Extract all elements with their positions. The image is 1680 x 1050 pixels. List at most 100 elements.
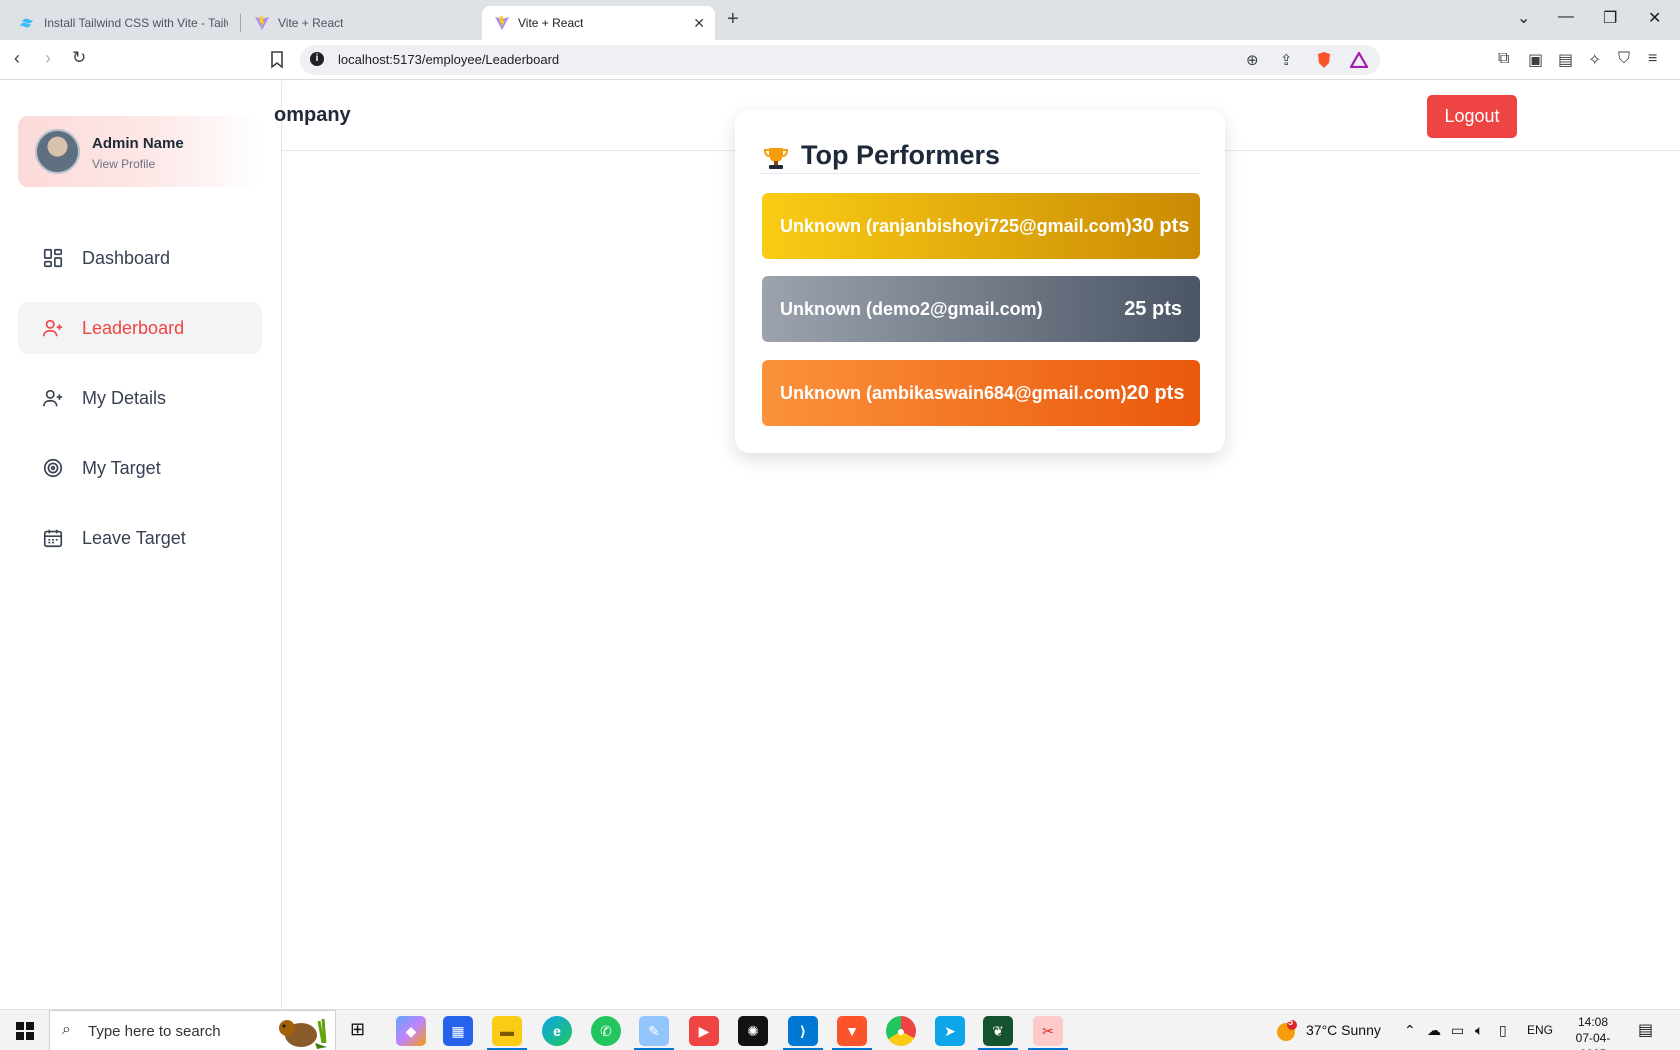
performer-name: Unknown (demo2@gmail.com): [780, 298, 1043, 319]
notifications-icon[interactable]: ▤: [1638, 1020, 1653, 1040]
sidebar-item-leaderboard[interactable]: Leaderboard: [18, 302, 262, 354]
tailwind-icon: [20, 18, 33, 28]
reload-icon[interactable]: ↻: [72, 48, 86, 68]
sidebar: Admin Name View Profile Dashboard Leader…: [0, 81, 282, 1009]
leaderboard-row: Unknown (ranjanbishoyi725@gmail.com) 30 …: [762, 193, 1200, 259]
windows-start-icon[interactable]: [16, 1022, 34, 1040]
sidebar-item-dashboard[interactable]: Dashboard: [18, 232, 262, 284]
tab-separator: [240, 14, 241, 32]
minimize-icon[interactable]: —: [1558, 8, 1574, 26]
user-plus-icon: [43, 319, 63, 337]
performer-points: 25 pts: [1124, 297, 1182, 320]
trophy-icon: [763, 148, 789, 169]
performer-points: 20 pts: [1126, 381, 1185, 404]
sidebar-item-my-target[interactable]: My Target: [18, 442, 262, 494]
close-tab-icon[interactable]: ✕: [693, 15, 705, 32]
url-text: localhost:5173/employee/Leaderboard: [338, 52, 560, 67]
card-header: Top Performers: [761, 134, 1199, 174]
tab-search-icon[interactable]: ⌄: [1517, 8, 1530, 28]
mongodb-icon[interactable]: ❦: [983, 1016, 1013, 1046]
language-indicator[interactable]: ENG: [1527, 1023, 1553, 1037]
tab-title: Vite + React: [278, 16, 344, 30]
leo-ai-icon[interactable]: ✧: [1588, 50, 1601, 70]
company-name: ompany: [274, 104, 351, 126]
search-placeholder: Type here to search: [88, 1023, 221, 1040]
chatgpt-icon[interactable]: ✺: [738, 1016, 768, 1046]
new-tab-icon[interactable]: +: [727, 8, 739, 31]
sidebar-item-label: Leave Target: [82, 527, 186, 548]
browser-tab-vite-active[interactable]: Vite + React ✕: [482, 6, 715, 40]
browser-tab-tailwind[interactable]: Install Tailwind CSS with Vite - Tailw: [8, 6, 240, 40]
weather-text[interactable]: 37°C Sunny: [1306, 1022, 1381, 1038]
show-hidden-icons-icon[interactable]: ⌃: [1404, 1022, 1416, 1039]
target-icon: [43, 458, 63, 478]
onedrive-icon[interactable]: ☁: [1427, 1022, 1441, 1039]
taskbar-search[interactable]: ⌕ Type here to search: [49, 1010, 336, 1050]
sidebar-item-label: Dashboard: [82, 247, 171, 268]
search-icon: ⌕: [62, 1021, 71, 1038]
task-view-icon[interactable]: ⊞: [350, 1019, 365, 1040]
extensions-icon[interactable]: ⧉: [1498, 50, 1509, 68]
system-clock[interactable]: 14:08 07-04-2025: [1563, 1014, 1623, 1050]
share-icon[interactable]: ⇪: [1280, 51, 1293, 69]
restore-icon[interactable]: ❐: [1603, 8, 1617, 28]
vite-icon: [495, 16, 509, 30]
close-window-icon[interactable]: ✕: [1648, 8, 1661, 28]
store-icon[interactable]: ▦: [443, 1016, 473, 1046]
leaderboard-card: Top Performers Unknown (ranjanbishoyi725…: [735, 110, 1225, 453]
performer-name: Unknown (ambikaswain684@gmail.com): [780, 382, 1127, 403]
calendar-icon: [43, 529, 63, 548]
edge-icon[interactable]: e: [542, 1016, 572, 1046]
profile-card[interactable]: Admin Name View Profile: [18, 116, 262, 187]
file-explorer-icon[interactable]: ▬: [492, 1016, 522, 1046]
search-highlight-image: [279, 1018, 327, 1049]
whatsapp-icon[interactable]: ✆: [591, 1016, 621, 1046]
windows-taskbar: ⌕ Type here to search ⊞ ◆ ▦ ▬ e ✆ ✎ ▶ ✺ …: [0, 1009, 1680, 1050]
brave-shield-icon[interactable]: [1316, 51, 1332, 69]
url-bar[interactable]: i localhost:5173/employee/Leaderboard ⊕ …: [300, 45, 1380, 75]
network-icon[interactable]: ▭: [1451, 1022, 1464, 1039]
powerautomate-icon[interactable]: ➤: [935, 1016, 965, 1046]
browser-tab-vite-1[interactable]: Vite + React: [242, 6, 478, 40]
menu-icon[interactable]: ≡: [1648, 50, 1657, 68]
copilot-icon[interactable]: ◆: [396, 1016, 426, 1046]
vite-icon: [255, 16, 269, 30]
vscode-icon[interactable]: ⟩: [788, 1016, 818, 1046]
profile-name: Admin Name: [92, 135, 184, 152]
vpn-icon[interactable]: ⛉: [1618, 50, 1630, 68]
brave-rewards-icon[interactable]: [1350, 52, 1368, 68]
site-info-icon[interactable]: i: [310, 52, 324, 66]
weather-icon[interactable]: [1275, 1020, 1297, 1042]
card-title: Top Performers: [801, 140, 1001, 170]
sidebar-item-label: My Details: [82, 387, 167, 408]
back-icon[interactable]: ‹: [14, 48, 20, 69]
sidebar-toggle-icon[interactable]: ▣: [1528, 50, 1543, 70]
zoom-icon[interactable]: ⊕: [1246, 51, 1259, 69]
sidebar-item-my-details[interactable]: My Details: [18, 372, 262, 424]
browser-tab-bar: Install Tailwind CSS with Vite - Tailw V…: [0, 0, 1680, 40]
sidebar-item-label: Leaderboard: [82, 317, 185, 338]
notes-icon[interactable]: ✎: [639, 1016, 669, 1046]
battery-icon[interactable]: ▯: [1499, 1022, 1507, 1039]
leaderboard-row: Unknown (ambikaswain684@gmail.com) 20 pt…: [762, 360, 1200, 426]
clock-date: 07-04-2025: [1575, 1031, 1611, 1050]
dashboard-icon: [43, 248, 63, 268]
clock-time: 14:08: [1577, 1015, 1609, 1029]
view-profile-link[interactable]: View Profile: [92, 157, 155, 171]
tab-title: Vite + React: [518, 16, 584, 30]
wallet-icon[interactable]: ▤: [1558, 50, 1573, 70]
avatar[interactable]: [35, 129, 80, 174]
bookmark-icon[interactable]: [270, 51, 284, 69]
sidebar-item-leave-target[interactable]: Leave Target: [18, 512, 262, 564]
forward-icon[interactable]: ›: [45, 48, 51, 69]
logout-button[interactable]: Logout: [1427, 95, 1517, 138]
chrome-icon[interactable]: ●: [886, 1016, 916, 1046]
performer-points: 30 pts: [1131, 214, 1190, 237]
brave-icon[interactable]: ▼: [837, 1016, 867, 1046]
youtube-icon[interactable]: ▶: [689, 1016, 719, 1046]
snipping-tool-icon[interactable]: ✂: [1033, 1016, 1063, 1046]
sidebar-item-label: My Target: [82, 457, 161, 478]
user-plus-icon: [43, 389, 63, 407]
volume-icon[interactable]: 🔈︎: [1475, 1022, 1483, 1039]
performer-name: Unknown (ranjanbishoyi725@gmail.com): [780, 215, 1132, 236]
